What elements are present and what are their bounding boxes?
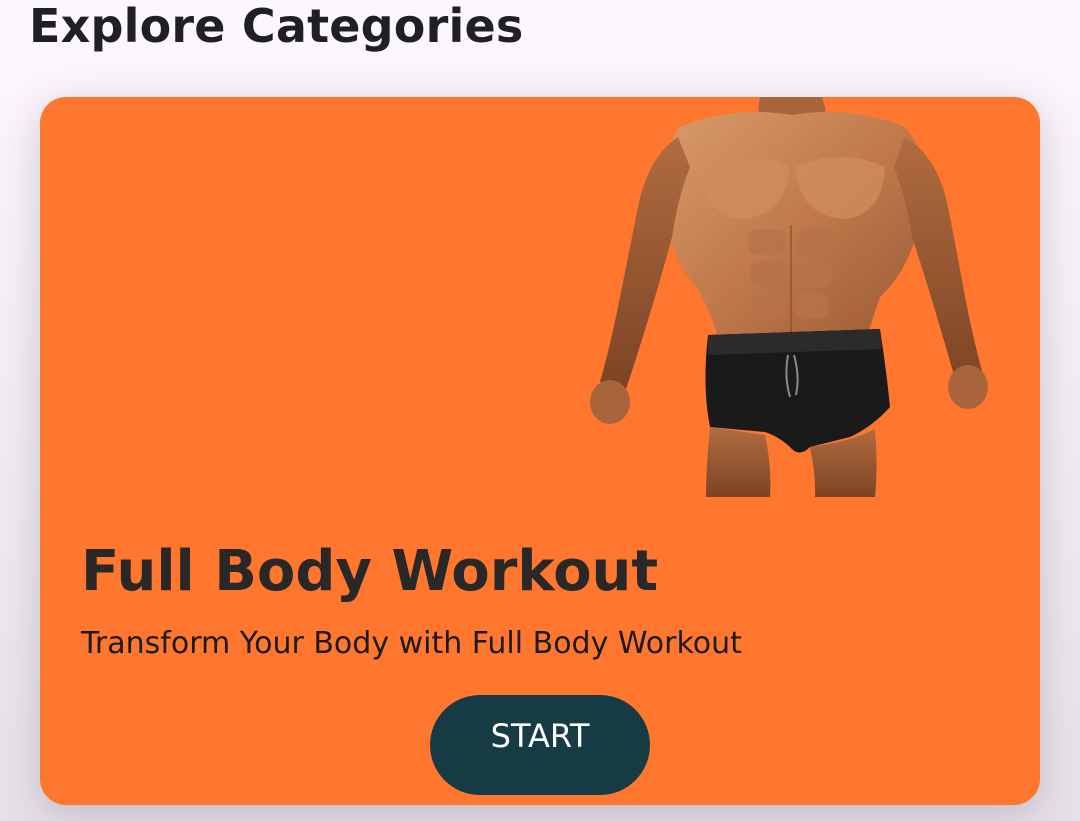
- start-button[interactable]: START: [430, 695, 650, 795]
- category-card-full-body[interactable]: Full Body Workout Transform Your Body wi…: [40, 97, 1040, 805]
- card-subtitle: Transform Your Body with Full Body Worko…: [81, 626, 742, 661]
- card-title: Full Body Workout: [81, 539, 659, 604]
- page-title: Explore Categories: [29, 0, 524, 53]
- workout-hero-image: [590, 97, 988, 497]
